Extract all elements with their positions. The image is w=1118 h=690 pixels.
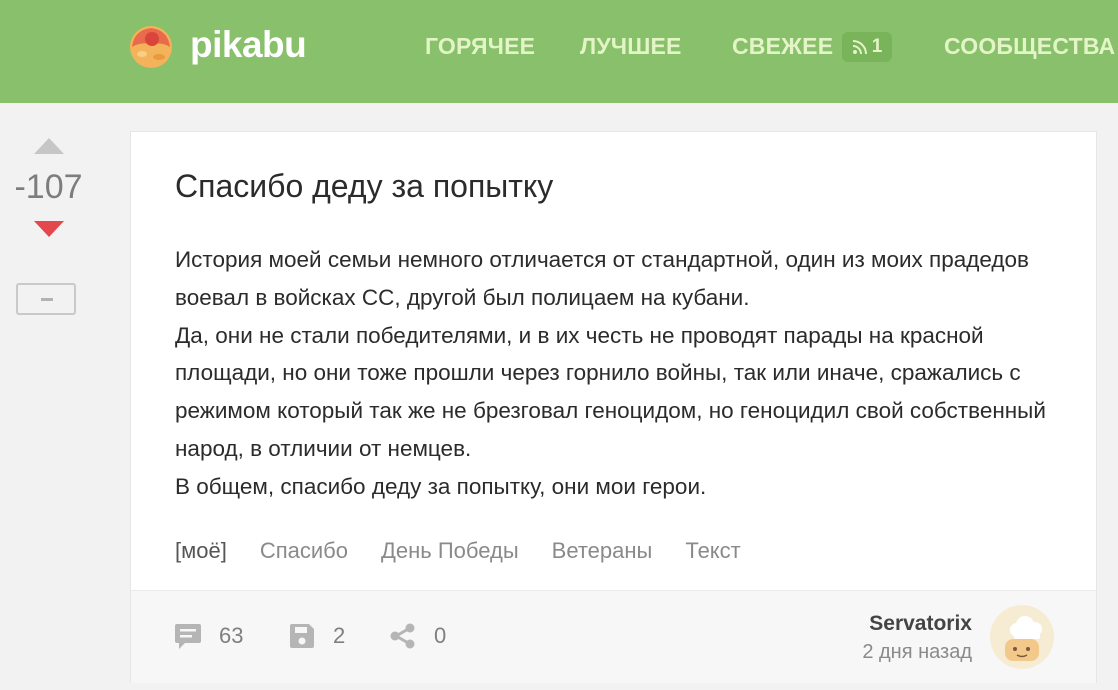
author-name[interactable]: Servatorix bbox=[862, 611, 972, 637]
share-icon bbox=[390, 623, 415, 649]
comment-icon bbox=[175, 624, 201, 649]
tag-mine[interactable]: [моё] bbox=[175, 535, 227, 567]
floppy-disk-icon bbox=[290, 624, 314, 648]
post-paragraph: Да, они не стали победителями, и в их че… bbox=[175, 322, 1046, 461]
post-title[interactable]: Спасибо деду за попытку bbox=[175, 166, 553, 206]
post-rating: -107 bbox=[14, 168, 83, 206]
triangle-down-icon[interactable] bbox=[32, 218, 66, 240]
share-button[interactable]: 0 bbox=[388, 621, 446, 651]
shares-count: 0 bbox=[434, 623, 447, 648]
tag-den-pobedy[interactable]: День Победы bbox=[381, 535, 519, 567]
post-body: История моей семьи немного отличается от… bbox=[175, 241, 1055, 506]
comments-button[interactable]: 63 bbox=[173, 621, 243, 651]
pikabu-logo[interactable]: pikabu bbox=[126, 20, 307, 70]
post-paragraph: История моей семьи немного отличается от… bbox=[175, 247, 1030, 310]
tag-tekst[interactable]: Текст bbox=[685, 535, 740, 567]
comments-count: 63 bbox=[219, 623, 244, 648]
fresh-count: 1 bbox=[871, 36, 883, 57]
vote-rail: -107 bbox=[0, 103, 100, 690]
nav-fresh[interactable]: СВЕЖЕЕ bbox=[732, 31, 833, 61]
saves-count: 2 bbox=[333, 623, 346, 648]
author-info[interactable]: Servatorix 2 дня назад bbox=[862, 611, 972, 667]
fresh-count-badge[interactable]: 1 bbox=[842, 32, 892, 62]
top-navigation-bar: pikabu ГОРЯЧЕЕ ЛУЧШЕЕ СВЕЖЕЕ 1 СООБЩЕСТВ… bbox=[0, 0, 1118, 103]
minus-icon bbox=[41, 298, 53, 301]
tag-list: [моё] Спасибо День Победы Ветераны Текст bbox=[175, 535, 741, 567]
save-button[interactable]: 2 bbox=[287, 621, 345, 651]
post-paragraph: В общем, спасибо деду за попытку, они мо… bbox=[175, 473, 707, 499]
nav-best[interactable]: ЛУЧШЕЕ bbox=[580, 31, 682, 61]
post-time: 2 дня назад bbox=[862, 641, 972, 663]
nav-communities[interactable]: СООБЩЕСТВА bbox=[944, 31, 1115, 61]
tag-veterany[interactable]: Ветераны bbox=[552, 535, 653, 567]
triangle-up-icon[interactable] bbox=[32, 135, 66, 157]
post-card: Спасибо деду за попытку История моей сем… bbox=[130, 131, 1097, 683]
chef-avatar-icon[interactable] bbox=[989, 605, 1055, 669]
cupcake-logo-icon bbox=[130, 26, 172, 68]
logo-text: pikabu bbox=[190, 24, 307, 65]
rss-feed-icon bbox=[852, 40, 867, 55]
hide-post-button[interactable] bbox=[16, 283, 76, 315]
nav-hot[interactable]: ГОРЯЧЕЕ bbox=[425, 31, 535, 61]
tag-spasibo[interactable]: Спасибо bbox=[260, 535, 348, 567]
post-footer: 63 2 0 Servatorix 2 дня назад bbox=[131, 590, 1096, 683]
